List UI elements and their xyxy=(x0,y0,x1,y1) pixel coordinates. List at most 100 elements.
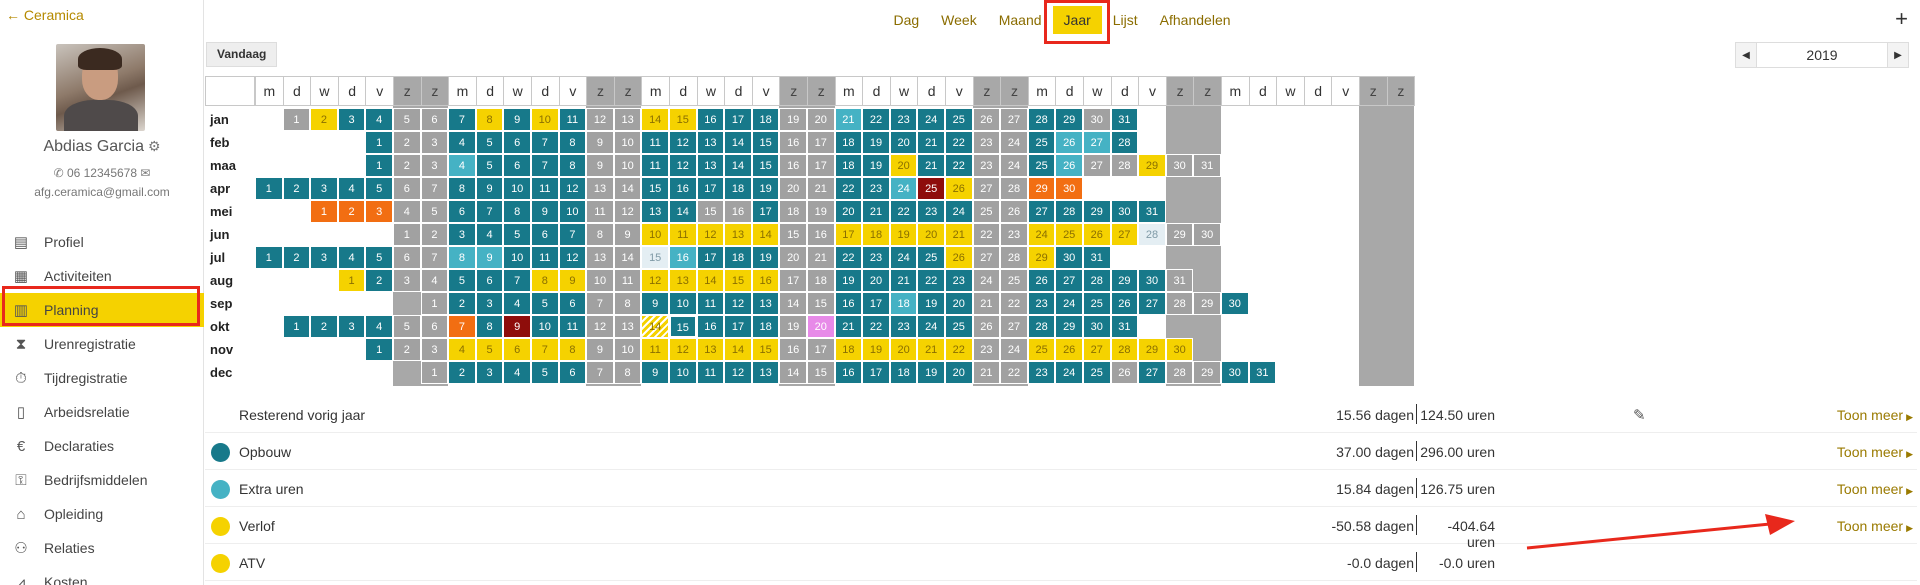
day-cell[interactable]: 29 xyxy=(1193,292,1221,315)
day-cell[interactable]: 4 xyxy=(448,338,476,361)
day-cell[interactable]: 4 xyxy=(365,108,393,131)
day-cell[interactable]: 12 xyxy=(669,154,697,177)
day-cell[interactable]: 7 xyxy=(531,154,559,177)
day-cell[interactable]: 4 xyxy=(448,154,476,177)
day-cell[interactable]: 4 xyxy=(337,246,366,269)
day-cell[interactable]: 31 xyxy=(1248,361,1277,384)
day-cell[interactable]: 2 xyxy=(310,315,338,338)
day-cell[interactable]: 26 xyxy=(1055,131,1083,154)
day-cell[interactable]: 1 xyxy=(282,315,311,338)
day-cell[interactable]: 15 xyxy=(641,177,669,200)
day-cell[interactable]: 28 xyxy=(1110,154,1139,177)
day-cell[interactable]: 17 xyxy=(834,223,863,246)
day-cell[interactable]: 6 xyxy=(448,200,476,223)
add-button[interactable]: + xyxy=(1895,6,1908,32)
day-cell[interactable]: 2 xyxy=(448,292,476,315)
day-cell[interactable]: 14 xyxy=(779,361,807,384)
day-cell[interactable]: 19 xyxy=(751,177,780,200)
day-cell[interactable]: 29 xyxy=(1027,177,1056,200)
day-cell[interactable]: 2 xyxy=(282,246,311,269)
pencil-icon[interactable]: ✎ xyxy=(1633,406,1646,424)
day-cell[interactable]: 8 xyxy=(558,131,587,154)
day-cell[interactable]: 28 xyxy=(1000,246,1028,269)
day-cell[interactable]: 10 xyxy=(531,315,559,338)
day-cell[interactable]: 21 xyxy=(807,177,835,200)
day-cell[interactable]: 24 xyxy=(1027,223,1056,246)
day-cell[interactable]: 31 xyxy=(1083,246,1111,269)
day-cell[interactable]: 11 xyxy=(641,131,669,154)
day-cell[interactable]: 24 xyxy=(1000,338,1028,361)
day-cell[interactable]: 30 xyxy=(1193,223,1221,246)
day-cell[interactable]: 27 xyxy=(1110,223,1139,246)
day-cell[interactable]: 18 xyxy=(834,154,863,177)
day-cell[interactable]: 24 xyxy=(945,200,973,223)
day-cell[interactable]: 23 xyxy=(972,338,1001,361)
day-cell[interactable]: 16 xyxy=(834,292,863,315)
day-cell[interactable]: 11 xyxy=(641,154,669,177)
day-cell[interactable]: 30 xyxy=(1221,361,1249,384)
day-cell[interactable]: 9 xyxy=(503,315,531,338)
sidebar-item-urenregistratie[interactable]: ⧗ Urenregistratie xyxy=(0,327,204,361)
day-cell[interactable]: 20 xyxy=(779,177,807,200)
day-cell[interactable]: 21 xyxy=(807,246,835,269)
day-cell[interactable]: 22 xyxy=(1000,361,1028,384)
day-cell[interactable]: 5 xyxy=(531,361,559,384)
day-cell[interactable]: 23 xyxy=(1027,361,1056,384)
day-cell[interactable]: 5 xyxy=(365,177,393,200)
day-cell[interactable]: 22 xyxy=(834,177,863,200)
day-cell[interactable]: 17 xyxy=(696,177,725,200)
day-cell[interactable]: 13 xyxy=(613,108,642,131)
day-cell[interactable]: 16 xyxy=(669,246,697,269)
day-cell[interactable]: 30 xyxy=(1165,154,1194,177)
day-cell[interactable]: 9 xyxy=(531,200,559,223)
day-cell[interactable]: 7 xyxy=(448,315,476,338)
day-cell[interactable]: 30 xyxy=(1083,108,1111,131)
day-cell[interactable]: 23 xyxy=(917,200,945,223)
day-cell[interactable]: 2 xyxy=(365,269,393,292)
day-cell[interactable]: 2 xyxy=(282,177,311,200)
day-cell[interactable]: 14 xyxy=(779,292,807,315)
day-cell[interactable]: 20 xyxy=(889,154,918,177)
day-cell[interactable]: 1 xyxy=(420,292,449,315)
day-cell[interactable]: 28 xyxy=(1083,269,1111,292)
day-cell[interactable]: 30 xyxy=(1055,177,1083,200)
day-cell[interactable]: 24 xyxy=(917,108,945,131)
day-cell[interactable]: 8 xyxy=(475,108,504,131)
today-button[interactable]: Vandaag xyxy=(206,42,278,67)
day-cell[interactable]: 1 xyxy=(365,338,393,361)
day-cell[interactable]: 1 xyxy=(310,200,338,223)
day-cell[interactable]: 4 xyxy=(503,292,531,315)
day-cell[interactable]: 8 xyxy=(531,269,559,292)
tab-dag[interactable]: Dag xyxy=(882,6,930,34)
day-cell[interactable]: 13 xyxy=(613,315,642,338)
day-cell[interactable]: 1 xyxy=(255,246,283,269)
day-cell[interactable]: 28 xyxy=(1138,223,1166,246)
day-cell[interactable]: 5 xyxy=(420,200,449,223)
day-cell[interactable]: 1 xyxy=(393,223,421,246)
day-cell[interactable]: 9 xyxy=(641,361,669,384)
day-cell[interactable]: 11 xyxy=(641,338,669,361)
day-cell[interactable]: 12 xyxy=(669,131,697,154)
day-cell[interactable]: 3 xyxy=(420,131,449,154)
day-cell[interactable]: 16 xyxy=(751,269,780,292)
day-cell[interactable]: 4 xyxy=(503,361,531,384)
day-cell[interactable]: 13 xyxy=(696,154,725,177)
day-cell[interactable]: 29 xyxy=(1138,338,1166,361)
day-cell[interactable]: 29 xyxy=(1138,154,1166,177)
day-cell[interactable]: 20 xyxy=(945,361,973,384)
day-cell[interactable]: 23 xyxy=(972,154,1001,177)
next-year-button[interactable]: ▶ xyxy=(1888,43,1908,67)
day-cell[interactable]: 24 xyxy=(972,269,1001,292)
day-cell[interactable]: 17 xyxy=(807,131,835,154)
day-cell[interactable]: 15 xyxy=(724,269,752,292)
sidebar-item-tijdregistratie[interactable]: ⏱ Tijdregistratie xyxy=(0,361,204,395)
day-cell[interactable]: 24 xyxy=(917,315,945,338)
day-cell[interactable]: 4 xyxy=(365,315,393,338)
day-cell[interactable]: 27 xyxy=(1000,315,1028,338)
day-cell[interactable]: 12 xyxy=(558,246,587,269)
day-cell[interactable]: 9 xyxy=(558,269,587,292)
day-cell[interactable]: 25 xyxy=(1083,292,1111,315)
day-cell[interactable]: 26 xyxy=(945,177,973,200)
day-cell[interactable]: 13 xyxy=(751,361,780,384)
day-cell[interactable]: 7 xyxy=(420,177,449,200)
